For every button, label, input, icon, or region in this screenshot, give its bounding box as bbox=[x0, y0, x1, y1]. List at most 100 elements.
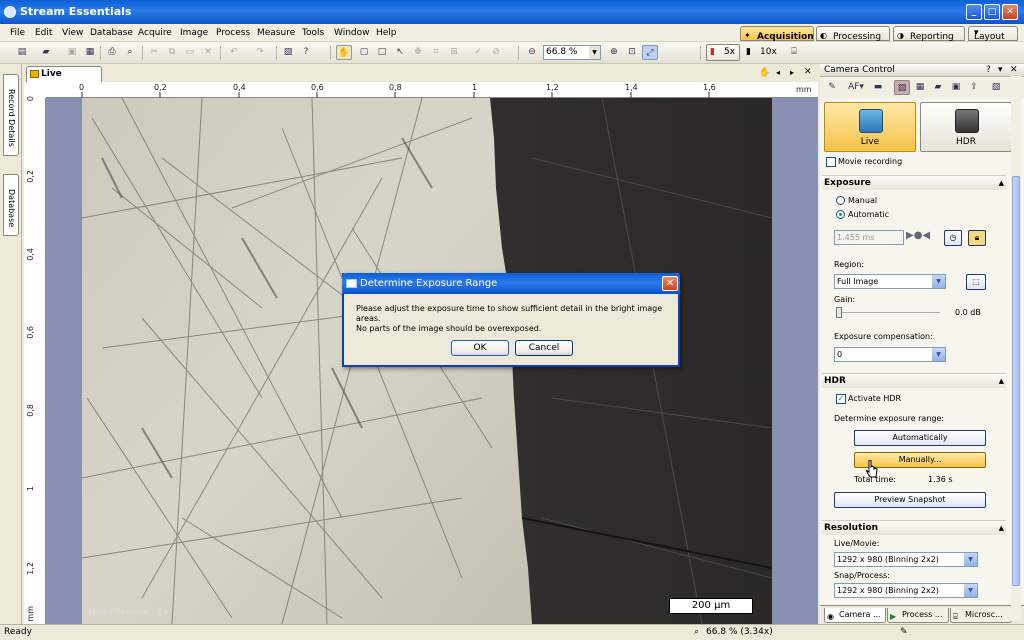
preview-snapshot-button[interactable]: Preview Snapshot bbox=[834, 492, 986, 508]
forbid-icon[interactable]: ⊘ bbox=[488, 45, 504, 60]
gain-slider-thumb[interactable] bbox=[836, 307, 842, 318]
tab-microscope-control[interactable]: ⌸ Microsc... bbox=[950, 608, 1012, 623]
hdr-button[interactable]: HDR bbox=[920, 102, 1012, 152]
cancel-button[interactable]: Cancel bbox=[515, 340, 573, 356]
minimize-button[interactable]: _ bbox=[966, 4, 982, 20]
gain-slider[interactable] bbox=[836, 307, 940, 318]
close-tab-icon[interactable]: ✕ bbox=[804, 67, 812, 77]
menu-tools[interactable]: Tools bbox=[302, 28, 324, 38]
tab-acquisition[interactable]: ✦ Acquisition bbox=[740, 26, 814, 42]
zoom-select[interactable]: 66.8 % ▼ bbox=[543, 45, 601, 60]
snap-resolution-select[interactable]: 1292 x 980 (Binning 2x2) ▼ bbox=[834, 583, 978, 598]
scrollbar-thumb[interactable] bbox=[1012, 176, 1020, 586]
auto-exposure-icon[interactable]: ◷ bbox=[944, 230, 962, 246]
help-pointer-icon[interactable]: ? bbox=[298, 45, 314, 60]
tab-reporting[interactable]: ◑ Reporting bbox=[893, 26, 965, 42]
automatically-button[interactable]: Automatically bbox=[854, 430, 986, 446]
menu-help[interactable]: Help bbox=[376, 28, 397, 38]
objective-10x-button[interactable]: ▮ 10x bbox=[742, 44, 780, 61]
save-all-icon[interactable]: ▦ bbox=[82, 45, 98, 60]
help-icon[interactable]: ? bbox=[986, 64, 991, 77]
edit-icon[interactable]: ✎ bbox=[824, 80, 840, 95]
tab-processing[interactable]: ◐ Processing bbox=[816, 26, 890, 42]
lock-icon[interactable]: 🔒︎ bbox=[968, 230, 986, 246]
dialog-close-button[interactable]: ✕ bbox=[662, 276, 678, 291]
export-icon[interactable]: ⇪ bbox=[966, 80, 982, 95]
menu-window[interactable]: Window bbox=[334, 28, 370, 38]
image-icon[interactable]: ▧ bbox=[988, 80, 1004, 95]
save-icon[interactable]: ▣ bbox=[64, 45, 80, 60]
image-properties-icon[interactable]: ▧ bbox=[280, 45, 296, 60]
panel-scrollbar[interactable] bbox=[1011, 76, 1021, 621]
crop-icon[interactable]: ⌗ bbox=[428, 45, 444, 60]
prev-tab-icon[interactable]: ◂ bbox=[776, 68, 780, 77]
tab-record-details[interactable]: Record Details bbox=[3, 74, 19, 156]
exposure-slider-icon[interactable]: ▶●◀ bbox=[906, 230, 930, 241]
tab-camera-control[interactable]: ◉ Camera ... bbox=[824, 608, 886, 623]
grid-icon[interactable]: ▦ bbox=[912, 80, 928, 95]
layout-dropdown[interactable]: Layout ▾ bbox=[968, 26, 1018, 42]
delete-icon[interactable]: ✕ bbox=[200, 45, 216, 60]
print-preview-icon[interactable]: ⌕ bbox=[122, 45, 138, 60]
auto-focus-icon[interactable]: AF▾ bbox=[844, 80, 868, 95]
chevron-down-icon: ▼ bbox=[964, 584, 977, 597]
print-icon[interactable]: ⎙ bbox=[104, 45, 120, 60]
menu-measure[interactable]: Measure bbox=[257, 28, 295, 38]
white-balance-icon[interactable]: ▬ bbox=[870, 80, 886, 95]
maximize-button[interactable]: □ bbox=[984, 4, 1000, 20]
pan-hand-icon[interactable]: ✋ bbox=[336, 45, 352, 60]
menu-database[interactable]: Database bbox=[90, 28, 133, 38]
live-resolution-select[interactable]: 1292 x 980 (Binning 2x2) ▼ bbox=[834, 552, 978, 567]
exposure-time-field[interactable]: 1.455 ms bbox=[834, 230, 904, 245]
live-button[interactable]: Live bbox=[824, 102, 916, 152]
magnifier-select-icon[interactable]: ▢ bbox=[356, 45, 372, 60]
tab-process-manager[interactable]: ▶ Process ... bbox=[887, 608, 949, 623]
paste-icon[interactable]: ▭ bbox=[182, 45, 198, 60]
tab-live-active[interactable]: Live (active) bbox=[26, 66, 102, 93]
color-icon[interactable]: ▨ bbox=[894, 80, 910, 95]
undo-icon[interactable]: ↶ bbox=[226, 45, 242, 60]
manual-radio[interactable] bbox=[836, 196, 845, 205]
cut-icon[interactable]: ✂ bbox=[146, 45, 162, 60]
save-icon[interactable]: ▣ bbox=[948, 80, 964, 95]
menu-view[interactable]: View bbox=[62, 28, 83, 38]
redo-icon[interactable]: ↷ bbox=[252, 45, 268, 60]
microscope-settings-icon[interactable]: ⌸ bbox=[786, 45, 802, 60]
close-button[interactable]: ✕ bbox=[1002, 4, 1018, 20]
copy-icon[interactable]: ⧉ bbox=[164, 45, 180, 60]
ok-button[interactable]: OK bbox=[451, 340, 509, 356]
next-tab-icon[interactable]: ▸ bbox=[790, 68, 794, 77]
exposure-compensation-select[interactable]: 0 ▼ bbox=[834, 347, 946, 362]
region-select-icon[interactable]: ⬚ bbox=[966, 274, 986, 290]
hand-icon[interactable]: ✋ bbox=[759, 68, 770, 78]
pointer-icon[interactable]: ↖ bbox=[392, 45, 408, 60]
menu-acquire[interactable]: Acquire bbox=[138, 28, 172, 38]
menu-process[interactable]: Process bbox=[216, 28, 250, 38]
total-time-value: 1.36 s bbox=[928, 475, 953, 484]
dialog-message-line: No parts of the image should be overexpo… bbox=[356, 324, 542, 333]
hdr-section-header[interactable]: HDR ▲ bbox=[822, 373, 1006, 388]
region-select[interactable]: Full Image ▼ bbox=[834, 274, 946, 289]
menu-edit[interactable]: Edit bbox=[35, 28, 52, 38]
fit-to-screen-icon[interactable]: ⤢ bbox=[642, 45, 658, 60]
tab-database[interactable]: Database bbox=[3, 174, 19, 236]
movie-recording-checkbox[interactable] bbox=[826, 157, 836, 167]
select-rect-icon[interactable]: □ bbox=[374, 45, 390, 60]
move-icon[interactable]: ✥ bbox=[410, 45, 426, 60]
open-folder-icon[interactable]: ▰ bbox=[38, 45, 54, 60]
pin-icon[interactable]: ▾ bbox=[998, 64, 1003, 77]
folder-icon[interactable]: ▰ bbox=[930, 80, 946, 95]
zoom-in-icon[interactable]: ⊕ bbox=[606, 45, 622, 60]
automatic-radio[interactable] bbox=[836, 210, 845, 219]
fit-window-icon[interactable]: ⊡ bbox=[624, 45, 640, 60]
activate-hdr-checkbox[interactable]: ✓ bbox=[836, 394, 846, 404]
zoom-out-icon[interactable]: ⊖ bbox=[524, 45, 540, 60]
scale-icon[interactable]: ⊞ bbox=[446, 45, 462, 60]
resolution-section-header[interactable]: Resolution ▲ bbox=[822, 520, 1006, 535]
objective-5x-button[interactable]: ▮ 5x bbox=[706, 44, 740, 61]
new-icon[interactable]: ▤ bbox=[14, 45, 30, 60]
check-icon[interactable]: ✓ bbox=[470, 45, 486, 60]
exposure-section-header[interactable]: Exposure ▲ bbox=[822, 175, 1006, 190]
menu-file[interactable]: File bbox=[10, 28, 25, 38]
menu-image[interactable]: Image bbox=[180, 28, 208, 38]
